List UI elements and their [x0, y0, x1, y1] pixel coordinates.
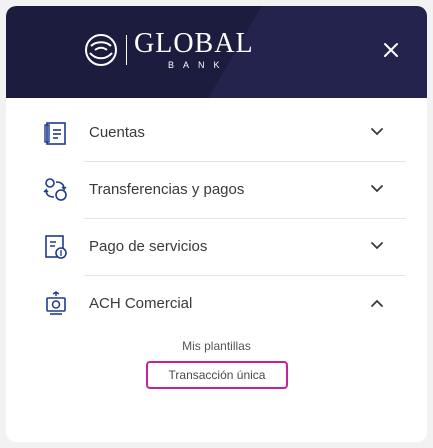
transfers-icon: [43, 178, 67, 201]
menu-item-label: Cuentas: [89, 124, 145, 141]
logo-wordmark: GLOBAL BANK: [134, 28, 254, 71]
globe-logo-icon: [85, 34, 117, 66]
bank-logo: GLOBAL BANK: [84, 23, 254, 77]
close-icon: [384, 43, 398, 57]
close-button[interactable]: [381, 40, 401, 60]
submenu-item-mis-plantillas[interactable]: Mis plantillas: [6, 339, 427, 353]
side-menu-panel: GLOBAL BANK Cuentas Transferencias y pag…: [6, 6, 427, 442]
accounts-icon: [44, 122, 66, 145]
menu-item-transferencias[interactable]: Transferencias y pagos: [6, 162, 427, 218]
menu-item-pago-servicios[interactable]: Pago de servicios: [6, 219, 427, 275]
menu-item-label: Pago de servicios: [89, 238, 208, 255]
chevron-down-icon: [371, 128, 383, 136]
logo-separator: [126, 35, 127, 65]
menu-item-cuentas[interactable]: Cuentas: [6, 105, 427, 161]
menu-item-label: Transferencias y pagos: [89, 181, 245, 198]
services-payment-icon: [45, 235, 67, 259]
logo-subtitle: BANK: [168, 60, 229, 70]
menu-item-label: ACH Comercial: [89, 295, 193, 312]
submenu-item-transaccion-unica[interactable]: Transacción única: [146, 361, 288, 389]
logo-title: GLOBAL: [134, 28, 254, 59]
chevron-down-icon: [371, 242, 383, 250]
chevron-up-icon: [371, 299, 383, 307]
menu-header: GLOBAL BANK: [6, 6, 427, 98]
submenu-item-label: Transacción única: [168, 368, 266, 382]
menu-item-ach-comercial[interactable]: ACH Comercial: [6, 276, 427, 332]
chevron-down-icon: [371, 185, 383, 193]
ach-commercial-icon: [46, 291, 66, 315]
